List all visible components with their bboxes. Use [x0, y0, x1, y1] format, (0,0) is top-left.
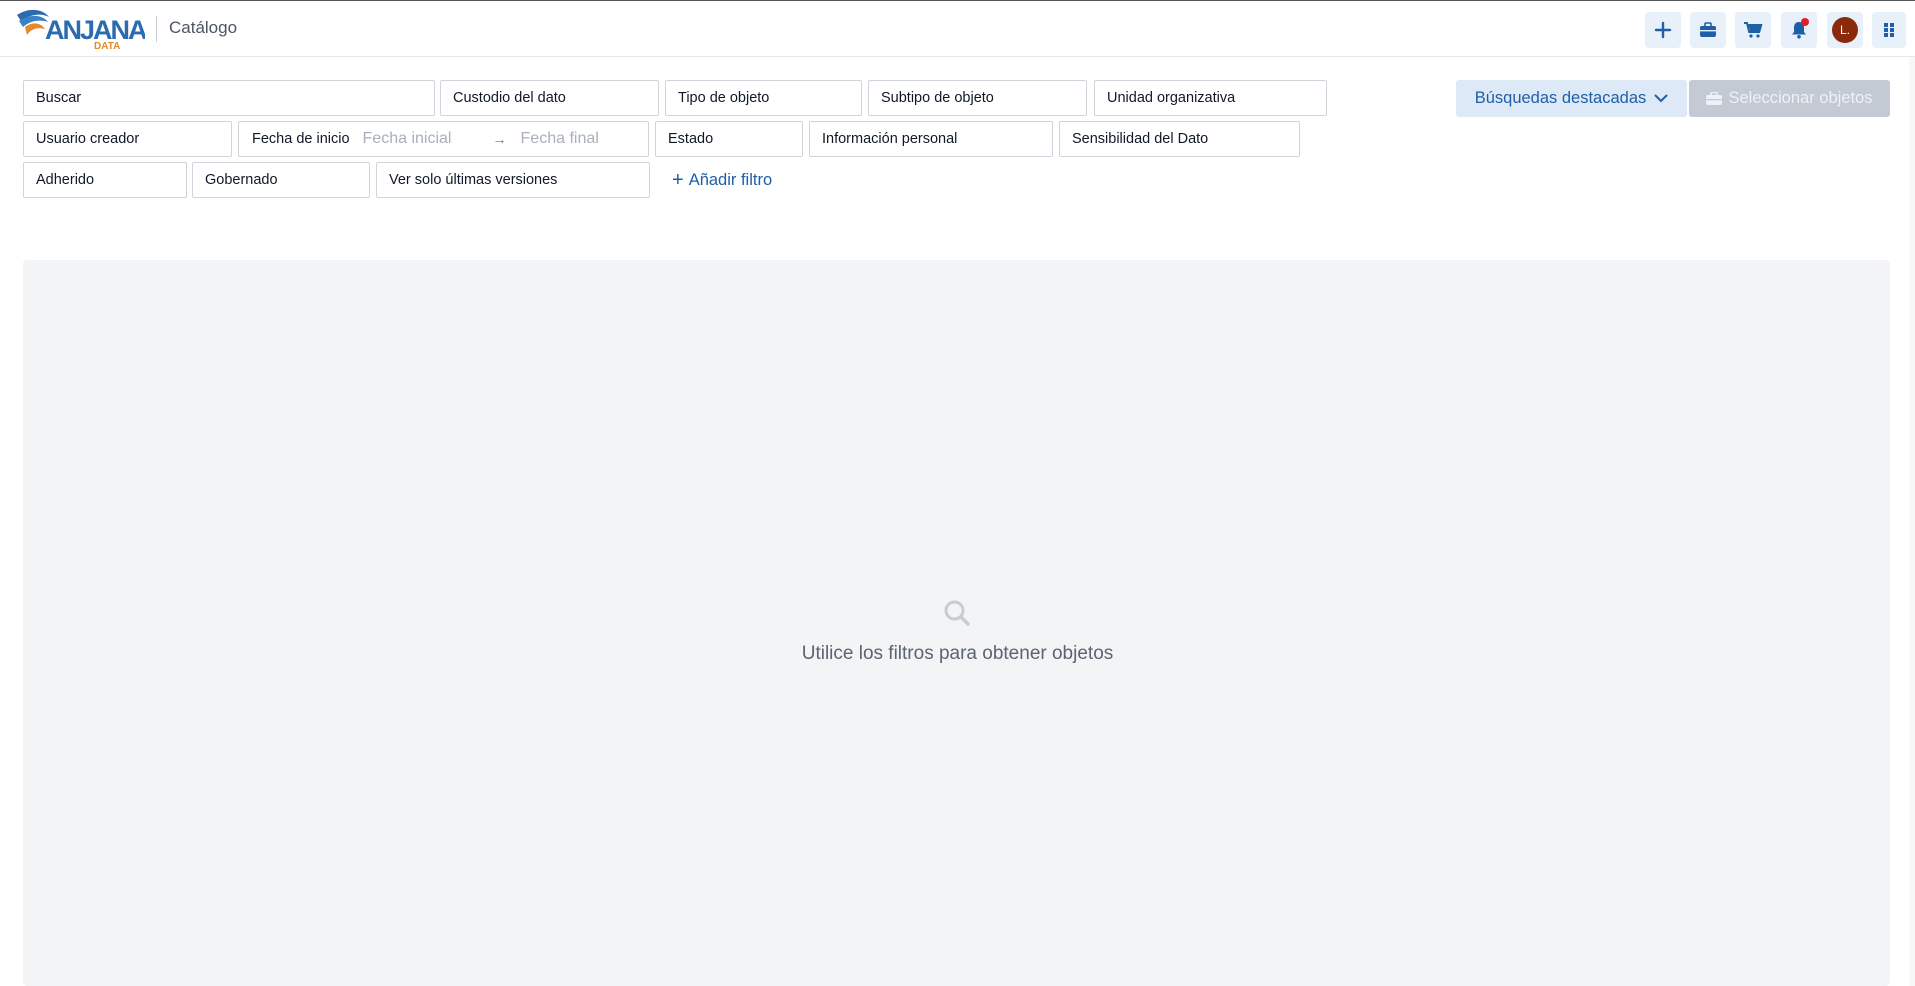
filter-estado[interactable]: Estado [655, 121, 803, 157]
filter-informacion-personal[interactable]: Información personal [809, 121, 1053, 157]
apps-grid-icon [1884, 23, 1894, 37]
filter-fecha-de-inicio[interactable]: Fecha de inicio Fecha inicial → Fecha fi… [238, 121, 649, 157]
filter-ver-solo-ultimas-versiones[interactable]: Ver solo últimas versiones [376, 162, 650, 198]
plus-icon [1654, 21, 1672, 39]
workspace-button[interactable] [1690, 12, 1726, 48]
notification-badge [1801, 18, 1809, 26]
chevron-down-icon [1654, 94, 1668, 103]
page-scrollbar[interactable] [1909, 57, 1915, 986]
filter-custodio-del-dato[interactable]: Custodio del dato [440, 80, 659, 116]
busquedas-destacadas-button[interactable]: Búsquedas destacadas [1456, 80, 1687, 117]
briefcase-icon [1700, 22, 1716, 37]
top-header: ANJANA DATA Catálogo L. [0, 0, 1915, 57]
avatar: L. [1832, 17, 1858, 43]
fecha-inicial-input[interactable]: Fecha inicial [363, 130, 483, 148]
add-filter-link[interactable]: + Añadir filtro [672, 168, 772, 192]
date-range-arrow-icon: → [492, 131, 507, 147]
filter-sensibilidad-del-dato[interactable]: Sensibilidad del Dato [1059, 121, 1300, 157]
briefcase-icon [1706, 91, 1723, 105]
header-divider [156, 16, 157, 42]
seleccionar-objetos-button[interactable]: Seleccionar objetos [1689, 80, 1890, 117]
create-button[interactable] [1645, 12, 1681, 48]
anjana-data-logo[interactable]: ANJANA DATA [15, 5, 145, 51]
filter-tipo-de-objeto[interactable]: Tipo de objeto [665, 80, 862, 116]
cart-button[interactable] [1735, 12, 1771, 48]
filter-unidad-organizativa[interactable]: Unidad organizativa [1094, 80, 1327, 116]
filter-adherido[interactable]: Adherido [23, 162, 187, 198]
filter-buscar[interactable]: Buscar [23, 80, 435, 116]
filter-gobernado[interactable]: Gobernado [192, 162, 370, 198]
plus-icon: + [672, 169, 684, 191]
svg-text:DATA: DATA [94, 41, 120, 51]
fecha-label: Fecha de inicio [252, 131, 350, 147]
seleccionar-objetos-label: Seleccionar objetos [1728, 89, 1873, 107]
busquedas-destacadas-label: Búsquedas destacadas [1474, 89, 1647, 107]
empty-state-message: Utilice los filtros para obtener objetos [801, 643, 1114, 664]
search-icon [944, 600, 970, 626]
user-menu-button[interactable]: L. [1827, 12, 1863, 48]
filter-usuario-creador[interactable]: Usuario creador [23, 121, 232, 157]
fecha-final-input[interactable]: Fecha final [521, 130, 599, 148]
filter-subtipo-de-objeto[interactable]: Subtipo de objeto [868, 80, 1087, 116]
page-title: Catálogo [169, 18, 238, 37]
notifications-button[interactable] [1781, 12, 1817, 48]
add-filter-label: Añadir filtro [688, 170, 773, 189]
cart-icon [1744, 22, 1763, 38]
apps-menu-button[interactable] [1872, 12, 1906, 48]
